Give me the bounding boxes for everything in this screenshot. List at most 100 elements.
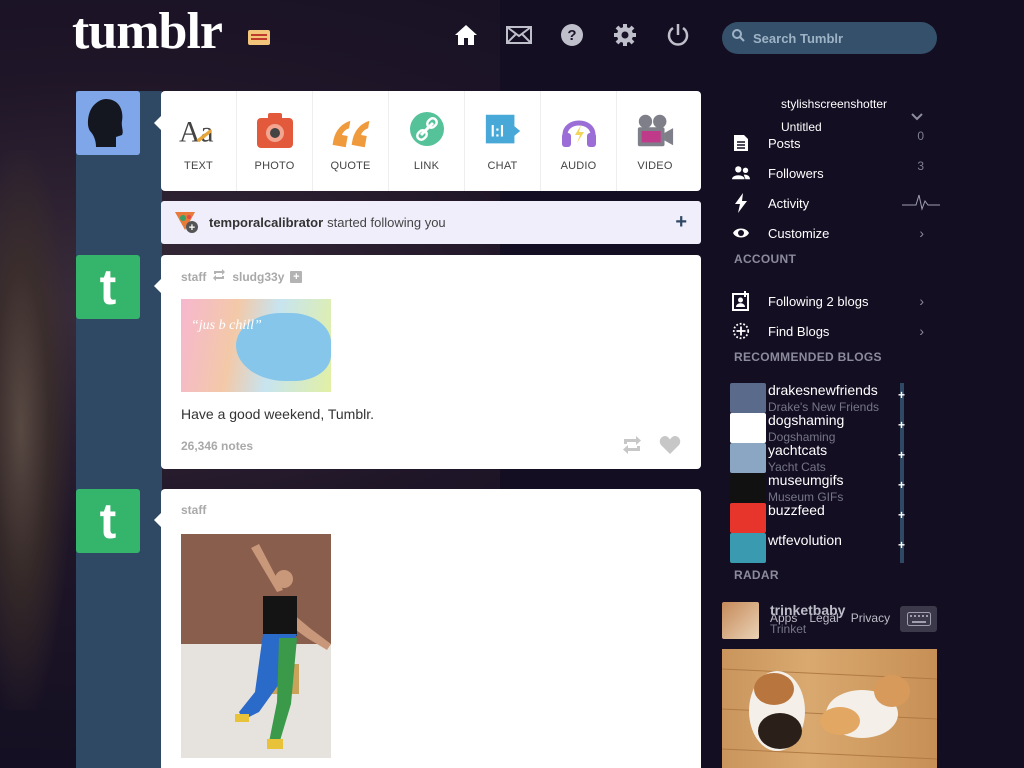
follow-plus-icon[interactable] xyxy=(898,383,905,413)
follower-avatar-icon[interactable]: + xyxy=(173,208,199,237)
sidebar-item-posts[interactable]: Posts 0 xyxy=(732,129,932,155)
composer-notch xyxy=(154,116,161,130)
gear-icon[interactable] xyxy=(612,22,638,48)
follow-plus-icon[interactable] xyxy=(898,413,905,443)
audio-icon xyxy=(559,111,599,151)
footer-links: Apps Legal Privacy xyxy=(770,611,890,625)
search-input[interactable] xyxy=(753,30,923,46)
follow-plus-icon[interactable] xyxy=(898,443,905,473)
sidebar-item-label: Find Blogs xyxy=(768,323,830,339)
post-type-text[interactable]: Aa TEXT xyxy=(161,91,237,191)
recommended-blog[interactable]: museumgifs Museum GIFs xyxy=(730,472,906,504)
sidebar-item-activity[interactable]: Activity xyxy=(732,191,940,215)
background-photo xyxy=(0,150,70,710)
help-icon[interactable]: ? xyxy=(559,22,585,48)
blog-name: buzzfeed xyxy=(768,502,825,518)
post-type-label: AUDIO xyxy=(560,160,597,172)
mail-icon[interactable] xyxy=(506,22,532,48)
recommended-blog[interactable]: yachtcats Yacht Cats xyxy=(730,442,906,474)
sidebar-item-label: Activity xyxy=(768,195,810,211)
follow-plus-icon[interactable] xyxy=(898,473,905,503)
post-author[interactable]: staff xyxy=(181,270,206,284)
following-icon xyxy=(732,291,750,311)
svg-text:?: ? xyxy=(567,27,576,44)
recommended-blog[interactable]: dogshaming Dogshaming xyxy=(730,412,906,444)
blog-avatar xyxy=(730,383,766,413)
sidebar-item-following[interactable]: Following 2 blogs › xyxy=(732,289,932,313)
followers-icon xyxy=(732,164,750,182)
post-meta: staff xyxy=(181,503,206,517)
photo-icon xyxy=(255,111,295,151)
follow-plus-icon[interactable] xyxy=(898,503,905,533)
post-actions xyxy=(621,435,681,460)
chat-icon: l:l xyxy=(483,111,523,151)
post-type-chat[interactable]: l:l CHAT xyxy=(465,91,541,191)
text-icon: Aa xyxy=(179,111,219,151)
post-type-video[interactable]: VIDEO xyxy=(617,91,693,191)
recommended-blog[interactable]: buzzfeed xyxy=(730,502,906,533)
recommended-heading: RECOMMENDED BLOGS xyxy=(734,350,882,364)
sidebar-item-customize[interactable]: Customize › xyxy=(732,221,932,245)
blog-name: dogshaming xyxy=(768,412,845,428)
like-heart-icon[interactable] xyxy=(659,435,681,460)
search-bar[interactable] xyxy=(722,22,937,54)
post-type-label: TEXT xyxy=(184,160,213,172)
post-type-label: PHOTO xyxy=(254,160,295,172)
footer-link-legal[interactable]: Legal xyxy=(809,611,838,625)
sidebar-item-followers[interactable]: Followers 3 xyxy=(732,159,932,185)
chevron-right-icon: › xyxy=(919,323,924,339)
radar-heading: RADAR xyxy=(734,568,779,582)
post-body: Have a good weekend, Tumblr. xyxy=(181,406,375,422)
radar-post-image[interactable] xyxy=(722,649,937,768)
notification-text: started following you xyxy=(327,215,446,230)
find-blogs-icon xyxy=(732,322,750,340)
chevron-right-icon: › xyxy=(919,225,924,241)
follow-notification: + temporalcalibrator started following y… xyxy=(161,201,701,244)
post-author[interactable]: staff xyxy=(181,503,206,517)
blog-name: wtfevolution xyxy=(768,532,842,548)
post-type-label: LINK xyxy=(413,160,440,172)
tumblr-logo[interactable]: tumblr xyxy=(72,2,223,61)
home-icon[interactable] xyxy=(453,22,479,48)
notification-user[interactable]: temporalcalibrator xyxy=(209,215,323,230)
post-image[interactable]: “jus b chill” xyxy=(181,299,331,392)
image-caption: “jus b chill” xyxy=(191,318,262,333)
follow-back-plus-icon[interactable]: + xyxy=(675,211,687,234)
post-type-audio[interactable]: AUDIO xyxy=(541,91,617,191)
recommended-blog[interactable]: wtfevolution xyxy=(730,532,906,563)
post-notes[interactable]: 26,346 notes xyxy=(181,439,253,453)
sidebar-item-label: Following 2 blogs xyxy=(768,293,869,309)
post-type-photo[interactable]: PHOTO xyxy=(237,91,313,191)
dashboard-column xyxy=(76,91,162,768)
recommended-blog[interactable]: drakesnewfriends Drake's New Friends xyxy=(730,382,906,414)
power-icon[interactable] xyxy=(665,22,691,48)
expand-plus-icon[interactable]: + xyxy=(290,270,303,283)
activity-sparkline-icon xyxy=(902,191,940,214)
reblog-icon[interactable] xyxy=(621,435,643,460)
radar-avatar[interactable] xyxy=(722,602,759,639)
blog-avatar xyxy=(730,533,766,563)
blog-switch-chevron-down-icon[interactable] xyxy=(911,108,923,126)
blog-avatar xyxy=(730,473,766,503)
footer-link-apps[interactable]: Apps xyxy=(770,611,797,625)
follow-plus-icon[interactable] xyxy=(898,533,905,563)
post-notch xyxy=(154,279,161,293)
post-type-quote[interactable]: QUOTE xyxy=(313,91,389,191)
post-avatar-staff[interactable]: t xyxy=(76,489,140,553)
keyboard-shortcuts-icon[interactable] xyxy=(900,606,937,632)
post-image[interactable] xyxy=(181,534,331,758)
post-type-link[interactable]: LINK xyxy=(389,91,465,191)
video-icon xyxy=(635,111,675,151)
sidebar-blog-name[interactable]: stylishscreenshotter xyxy=(781,97,887,111)
logo-badge-icon xyxy=(248,30,270,45)
post: staff xyxy=(161,489,701,768)
post-avatar-staff[interactable]: t xyxy=(76,255,140,319)
sidebar-item-find-blogs[interactable]: Find Blogs › xyxy=(732,319,932,343)
svg-text:l:l: l:l xyxy=(490,124,504,141)
reblogged-from[interactable]: sludg33y xyxy=(232,270,284,284)
post-notch xyxy=(154,513,161,527)
blog-name: yachtcats xyxy=(768,442,828,458)
footer-link-privacy[interactable]: Privacy xyxy=(851,611,890,625)
my-avatar[interactable] xyxy=(76,91,140,155)
blog-avatar xyxy=(730,503,766,533)
